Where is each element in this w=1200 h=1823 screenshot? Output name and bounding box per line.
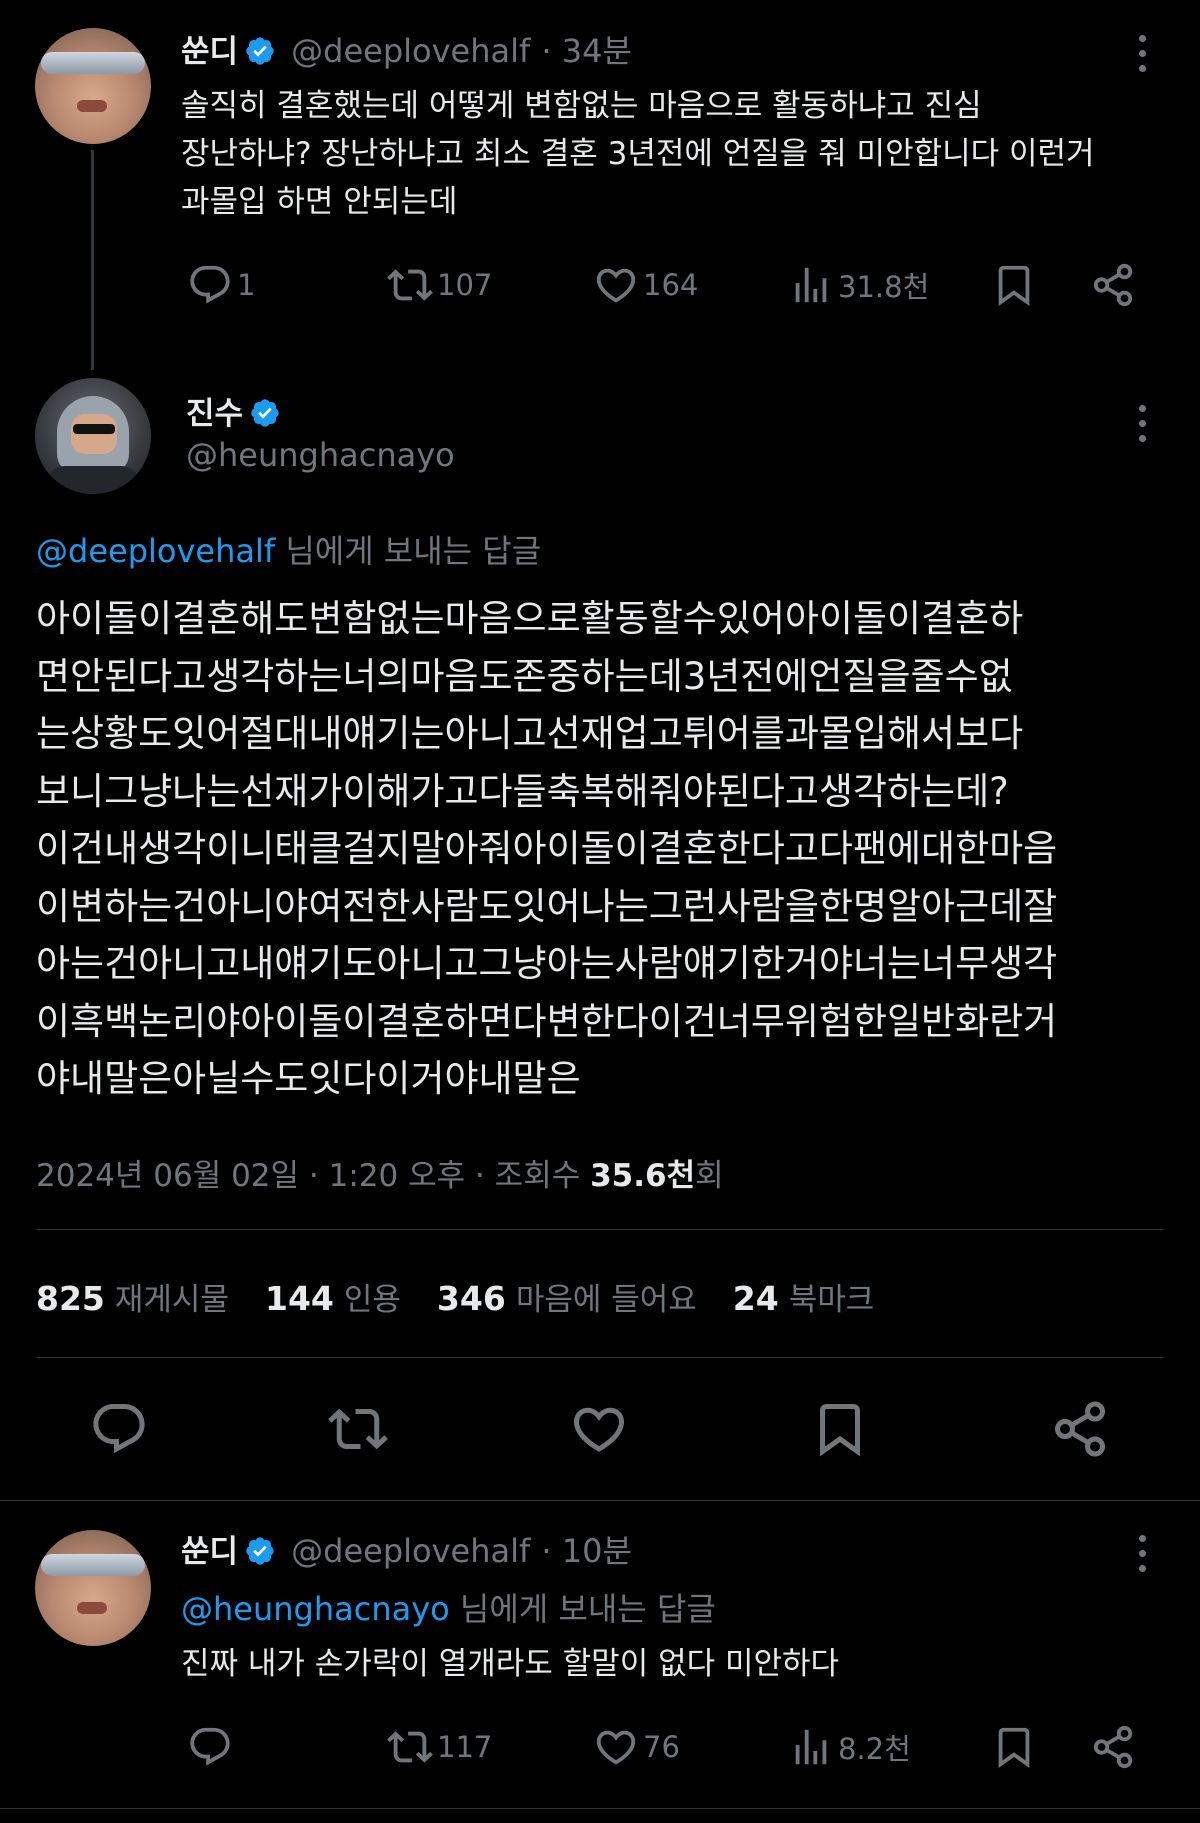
user-handle[interactable]: @deeplovehalf — [291, 32, 530, 70]
tweet-text-line: 면안된다고생각하는너의마음도존중하는데3년전에언질을줄수없 — [36, 654, 1013, 698]
reply-icon[interactable] — [89, 1399, 149, 1459]
tweet-text-line: 솔직히 결혼했는데 어떻게 변함없는 마음으로 활동하냐고 진심 — [181, 88, 982, 124]
retweet-count: 107 — [437, 268, 493, 302]
thread-line — [91, 150, 94, 370]
heart-icon[interactable] — [569, 1399, 629, 1459]
reply-context: @heunghacnayo 님에게 보내는 답글 — [181, 1584, 716, 1630]
like-button[interactable]: 164 — [593, 262, 698, 308]
views-suffix: 회 — [695, 1158, 724, 1194]
view-count: 8.2천 — [838, 1732, 911, 1766]
reply-icon — [187, 262, 233, 308]
reply-to-label: 님에게 보내는 답글 — [449, 1590, 716, 1628]
reply-context: @deeplovehalf 님에게 보내는 답글 — [36, 526, 541, 572]
author-name-row: 진수 — [186, 388, 281, 433]
avatar[interactable] — [35, 1530, 151, 1646]
tweet-text-line: 이흑백논리야아이돌이결혼하면다변한다이건너무위험한일반화란거 — [36, 999, 1058, 1043]
tweet-text: 아이돌이결혼해도변함없는마음으로활동할수있어아이돌이결혼하 면안된다고생각하는너… — [36, 590, 1166, 1108]
retweet-count: 117 — [437, 1730, 493, 1764]
display-name[interactable]: 쑨디 — [181, 34, 238, 70]
share-icon[interactable] — [1050, 1399, 1110, 1459]
share-button[interactable] — [1090, 262, 1136, 308]
divider — [0, 1808, 1200, 1809]
bookmark-button[interactable] — [991, 262, 1037, 308]
engagement-stats: 825 재게시물 144 인용 346 마음에 들어요 24 북마크 — [36, 1274, 874, 1319]
retweet-button[interactable]: 117 — [387, 1724, 492, 1770]
bookmark-icon — [991, 262, 1037, 308]
tweet-text-line: 아는건아니고내얘기도아니고그냥아는사람얘기한거야너는너무생각 — [36, 942, 1058, 985]
tweet-text-line: 장난하냐? 장난하냐고 최소 결혼 3년전에 언질을 줘 미안합니다 이런거 — [181, 136, 1095, 172]
more-options-icon[interactable] — [1135, 1535, 1149, 1575]
verified-badge-icon — [249, 397, 281, 429]
display-name[interactable]: 쑨디 — [181, 1534, 238, 1570]
reply-icon — [187, 1724, 233, 1770]
divider — [36, 1357, 1164, 1358]
bookmark-button[interactable] — [991, 1724, 1037, 1770]
views-button[interactable]: 31.8천 — [788, 262, 929, 308]
reply-to-link[interactable]: @heunghacnayo — [181, 1590, 450, 1628]
divider — [36, 1229, 1164, 1230]
tweet-time[interactable]: · 34분 — [541, 32, 632, 70]
view-count: 35.6천 — [590, 1158, 696, 1194]
retweet-button[interactable]: 107 — [387, 262, 492, 308]
tweet-text-line: 이변하는건아니야여전한사람도잇어나는그런사람을한명알아근데잘 — [36, 884, 1058, 928]
user-handle[interactable]: @deeplovehalf — [291, 1532, 530, 1570]
avatar[interactable] — [35, 28, 151, 144]
views-icon — [788, 262, 834, 308]
like-count: 164 — [643, 268, 699, 302]
likes-stat[interactable]: 346 마음에 들어요 — [437, 1274, 697, 1319]
bookmark-icon[interactable] — [810, 1399, 870, 1459]
tweet-text-line: 보니그냥나는선재가이해가고다들축복해줘야된다고생각하는데? — [36, 769, 1009, 813]
bookmarks-stat[interactable]: 24 북마크 — [733, 1274, 875, 1319]
tweet-header: 쑨디 @deeplovehalf · 34분 — [181, 26, 632, 72]
timestamp-text[interactable]: 2024년 06월 02일 · 1:20 오후 · 조회수 — [36, 1158, 590, 1194]
retweet-icon[interactable] — [328, 1399, 388, 1459]
share-icon — [1090, 1724, 1136, 1770]
more-options-icon[interactable] — [1135, 35, 1149, 75]
tweet-text-line: 과몰입 하면 안되는데 — [181, 184, 458, 220]
bookmark-icon — [991, 1724, 1037, 1770]
tweet-text-line: 이건내생각이니태클걸지말아줘아이돌이결혼한다고다팬에대한마음 — [36, 827, 1058, 870]
tweet-text: 진짜 내가 손가락이 열개라도 할말이 없다 미안하다 — [181, 1646, 840, 1682]
like-button[interactable]: 76 — [593, 1724, 680, 1770]
like-count: 76 — [643, 1730, 680, 1764]
tweet-text-line: 는상황도잇어절대내얘기는아니고선재업고튀어를과몰입해서보다 — [36, 712, 1024, 755]
tweet-header: 쑨디 @deeplovehalf · 10분 — [181, 1526, 632, 1572]
reply-count: 1 — [237, 268, 256, 302]
retweet-icon — [387, 262, 433, 308]
tweet-text-line: 야내말은아닐수도잇다이거야내말은 — [36, 1057, 581, 1100]
reply-to-link[interactable]: @deeplovehalf — [36, 532, 275, 570]
reply-to-label: 님에게 보내는 답글 — [275, 532, 542, 570]
tweet-timestamp: 2024년 06월 02일 · 1:20 오후 · 조회수 35.6천회 — [36, 1150, 724, 1195]
heart-icon — [593, 262, 639, 308]
reposts-stat[interactable]: 825 재게시물 — [36, 1274, 229, 1319]
quotes-stat[interactable]: 144 인용 — [265, 1274, 401, 1319]
share-icon — [1090, 262, 1136, 308]
retweet-icon — [387, 1724, 433, 1770]
tweet-time[interactable]: · 10분 — [541, 1532, 632, 1570]
more-options-icon[interactable] — [1135, 405, 1149, 445]
avatar[interactable] — [35, 378, 151, 494]
reply-button[interactable] — [187, 1724, 237, 1770]
tweet-text-line: 아이돌이결혼해도변함없는마음으로활동할수있어아이돌이결혼하 — [36, 597, 1024, 640]
views-icon — [788, 1724, 834, 1770]
reply-button[interactable]: 1 — [187, 262, 255, 308]
verified-badge-icon — [244, 1535, 276, 1567]
divider — [0, 1500, 1200, 1501]
tweet-text: 솔직히 결혼했는데 어떻게 변함없는 마음으로 활동하냐고 진심 장난하냐? 장… — [181, 82, 1095, 226]
heart-icon — [593, 1724, 639, 1770]
verified-badge-icon — [244, 35, 276, 67]
views-button[interactable]: 8.2천 — [788, 1724, 911, 1770]
display-name[interactable]: 진수 — [186, 396, 243, 432]
user-handle[interactable]: @heunghacnayo — [186, 436, 455, 474]
view-count: 31.8천 — [838, 270, 930, 304]
share-button[interactable] — [1090, 1724, 1136, 1770]
